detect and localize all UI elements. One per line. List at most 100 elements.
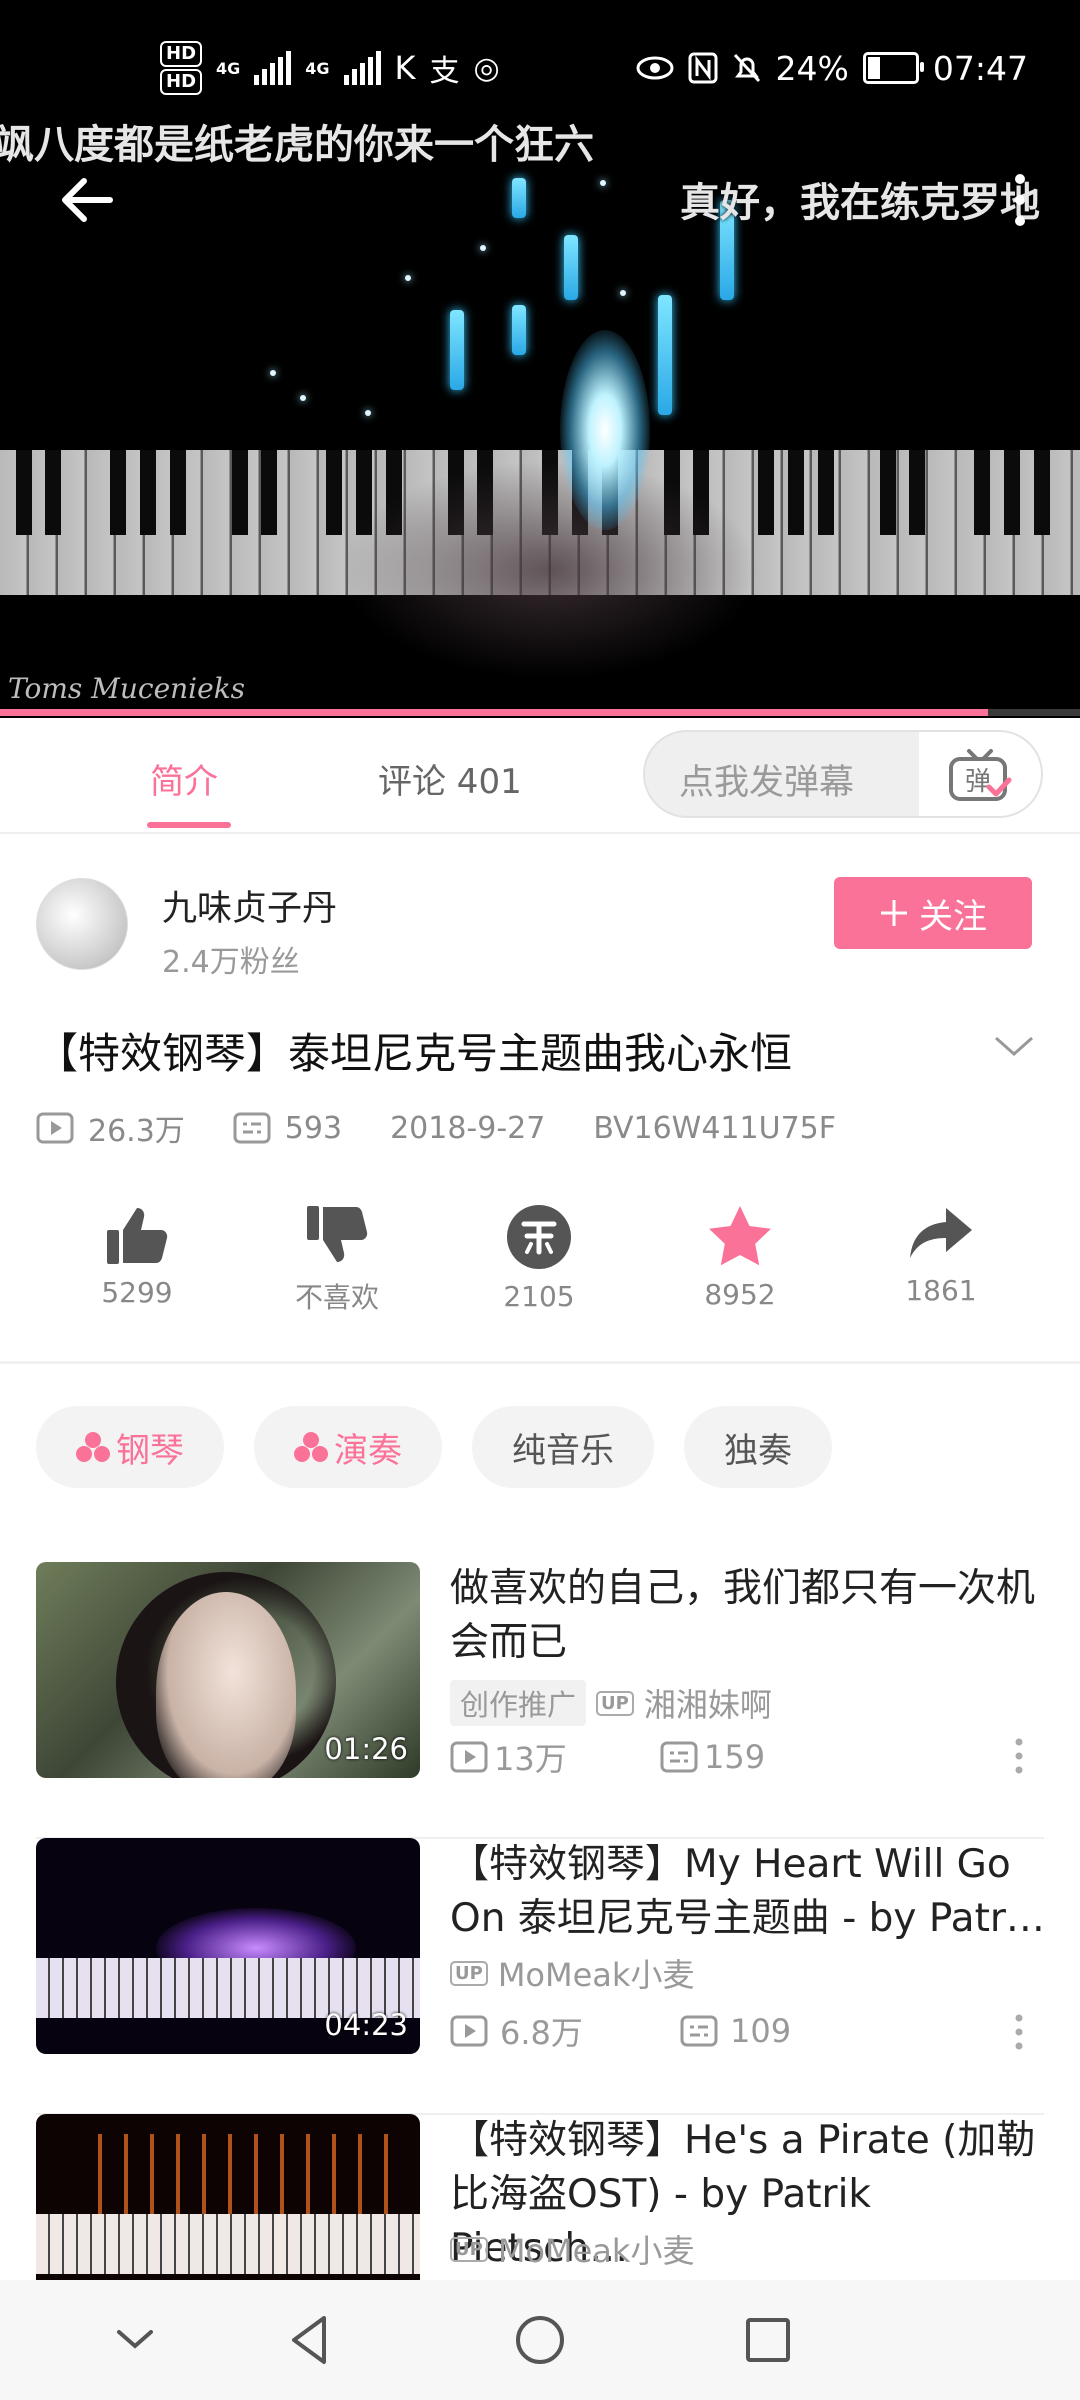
key-glow bbox=[560, 330, 650, 530]
danmaku-placeholder: 点我发弹幕 bbox=[679, 763, 855, 803]
duration: 04:23 bbox=[324, 2008, 408, 2042]
danmaku-input[interactable]: 点我发弹幕 弹 bbox=[643, 730, 1043, 818]
promo-badge: 创作推广 bbox=[450, 1680, 587, 1726]
chevron-down-icon[interactable] bbox=[105, 2310, 165, 2370]
hd-badge: HD bbox=[160, 69, 203, 95]
nfc-icon bbox=[688, 52, 718, 84]
danmaku-count-icon bbox=[233, 1112, 271, 1144]
tab-comments[interactable]: 评论 401 bbox=[378, 754, 522, 803]
back-arrow-icon[interactable] bbox=[52, 165, 122, 235]
section-divider bbox=[0, 1361, 1080, 1364]
battery-icon bbox=[862, 52, 924, 84]
video-thumbnail[interactable]: 04:23 bbox=[36, 1838, 420, 2054]
network-type: 4G bbox=[216, 58, 241, 78]
tag-item[interactable]: 独奏 bbox=[684, 1406, 832, 1488]
recommended-uploader-line: UP MoMeak小麦 bbox=[450, 2226, 694, 2272]
more-vertical-icon[interactable] bbox=[1014, 1738, 1024, 1774]
video-thumbnail[interactable] bbox=[36, 2114, 420, 2280]
active-tab-indicator bbox=[147, 822, 231, 828]
like-button[interactable]: 5299 bbox=[62, 1204, 212, 1309]
recommended-stats: 13万 159 bbox=[450, 1734, 765, 1780]
more-vertical-icon[interactable] bbox=[1014, 2014, 1024, 2050]
tag-item[interactable]: 钢琴 bbox=[36, 1406, 224, 1488]
recommended-video[interactable]: 01:26 做喜欢的自己，我们都只有一次机会而已 创作推广 UP 湘湘妹啊 13… bbox=[0, 1562, 1080, 1839]
recommended-video[interactable]: 04:23 【特效钢琴】My Heart Will Go On 泰坦尼克号主题曲… bbox=[0, 1838, 1080, 2115]
notification-dot-icon: ◎ bbox=[473, 50, 500, 86]
up-badge-icon: UP bbox=[450, 1960, 488, 1986]
network-type: 4G bbox=[305, 58, 330, 78]
up-badge-icon: UP bbox=[450, 2236, 488, 2262]
recommended-uploader-line: UP MoMeak小麦 bbox=[450, 1950, 694, 1996]
player-hands bbox=[340, 460, 760, 680]
channel-icon bbox=[294, 1432, 328, 1462]
danmaku-toggle-button[interactable]: 弹 bbox=[919, 732, 1041, 816]
thumb-keys bbox=[36, 2214, 420, 2274]
uploader-fans: 2.4万粉丝 bbox=[162, 945, 300, 980]
progress-fill bbox=[0, 709, 989, 716]
recommended-title[interactable]: 【特效钢琴】My Heart Will Go On 泰坦尼克号主题曲 - by … bbox=[450, 1838, 1050, 1946]
note-bar bbox=[450, 310, 464, 390]
video-watermark: Toms Mucenieks bbox=[8, 672, 246, 705]
tag-item[interactable]: 纯音乐 bbox=[472, 1406, 654, 1488]
k-app-icon: K bbox=[394, 49, 416, 87]
tag-label: 演奏 bbox=[334, 1430, 402, 1471]
danmaku-comment: 飒八度都是纸老虎的你来一个狂六 bbox=[0, 122, 594, 168]
share-count: 1861 bbox=[905, 1274, 977, 1307]
video-player[interactable]: HD HD 4G 4G K 支 ◎ 24% 07:47 飒八度都是纸老虎的你来一… bbox=[0, 0, 1080, 718]
spark bbox=[405, 275, 411, 281]
clock: 07:47 bbox=[932, 48, 1028, 88]
back-triangle-icon[interactable] bbox=[280, 2310, 340, 2370]
danmaku-icon-label: 弹 bbox=[965, 767, 991, 797]
bv-id: BV16W411U75F bbox=[593, 1110, 836, 1146]
duration: 01:26 bbox=[324, 1732, 408, 1766]
danmaku-tv-icon: 弹 bbox=[949, 749, 1012, 801]
system-nav-bar bbox=[0, 2280, 1080, 2400]
video-title: 【特效钢琴】泰坦尼克号主题曲我心永恒 bbox=[36, 1029, 793, 1078]
spark bbox=[270, 370, 276, 376]
danmaku-count-icon bbox=[660, 1741, 698, 1773]
share-button[interactable]: 1861 bbox=[866, 1204, 1016, 1307]
recommended-uploader[interactable]: 湘湘妹啊 bbox=[644, 1680, 772, 1726]
recommended-uploader[interactable]: MoMeak小麦 bbox=[498, 2226, 695, 2272]
share-arrow-icon bbox=[910, 1208, 972, 1258]
thumb-up-icon bbox=[107, 1208, 168, 1264]
favorite-button[interactable]: 8952 bbox=[665, 1204, 815, 1311]
favorite-count: 8952 bbox=[704, 1278, 776, 1311]
view-count: 26.3万 bbox=[88, 1114, 185, 1149]
channel-icon bbox=[76, 1432, 110, 1462]
signal-icon bbox=[254, 51, 292, 85]
view-count: 6.8万 bbox=[500, 2014, 583, 2052]
coin-button[interactable]: 2105 bbox=[464, 1204, 614, 1313]
recommended-uploader[interactable]: MoMeak小麦 bbox=[498, 1950, 695, 1996]
play-count-icon bbox=[450, 1741, 488, 1773]
video-thumbnail[interactable]: 01:26 bbox=[36, 1562, 420, 1778]
up-badge-icon: UP bbox=[596, 1690, 634, 1716]
recommended-title[interactable]: 做喜欢的自己，我们都只有一次机会而已 bbox=[450, 1562, 1050, 1670]
spark bbox=[600, 180, 606, 186]
spark bbox=[620, 290, 626, 296]
publish-date: 2018-9-27 bbox=[390, 1110, 546, 1146]
alipay-icon: 支 bbox=[429, 54, 460, 89]
spark bbox=[365, 410, 371, 416]
tag-label: 钢琴 bbox=[116, 1430, 184, 1471]
recent-apps-square-icon[interactable] bbox=[738, 2310, 798, 2370]
uploader-name[interactable]: 九味贞子丹 bbox=[162, 880, 337, 931]
coin-count: 2105 bbox=[503, 1280, 575, 1313]
signal-icon bbox=[343, 51, 381, 85]
action-row: 5299 不喜欢 2105 8952 1861 bbox=[0, 1204, 1080, 1334]
recommended-stats: 6.8万 109 bbox=[450, 2008, 791, 2054]
star-icon bbox=[709, 1206, 771, 1266]
dislike-button[interactable]: 不喜欢 bbox=[262, 1204, 412, 1316]
mute-bell-icon bbox=[733, 53, 760, 83]
uploader-avatar[interactable] bbox=[36, 878, 128, 970]
spark bbox=[480, 245, 486, 251]
chevron-down-icon[interactable] bbox=[992, 1030, 1036, 1060]
follow-label: 关注 bbox=[919, 896, 987, 937]
tag-item[interactable]: 演奏 bbox=[254, 1406, 442, 1488]
tab-intro[interactable]: 简介 bbox=[150, 754, 218, 803]
tag-list: 钢琴 演奏 纯音乐 独奏 bbox=[36, 1406, 832, 1488]
playback-progress[interactable] bbox=[0, 709, 1080, 716]
more-vertical-icon[interactable] bbox=[1000, 165, 1040, 235]
home-circle-icon[interactable] bbox=[510, 2310, 570, 2370]
follow-button[interactable]: 关注 bbox=[834, 877, 1032, 949]
